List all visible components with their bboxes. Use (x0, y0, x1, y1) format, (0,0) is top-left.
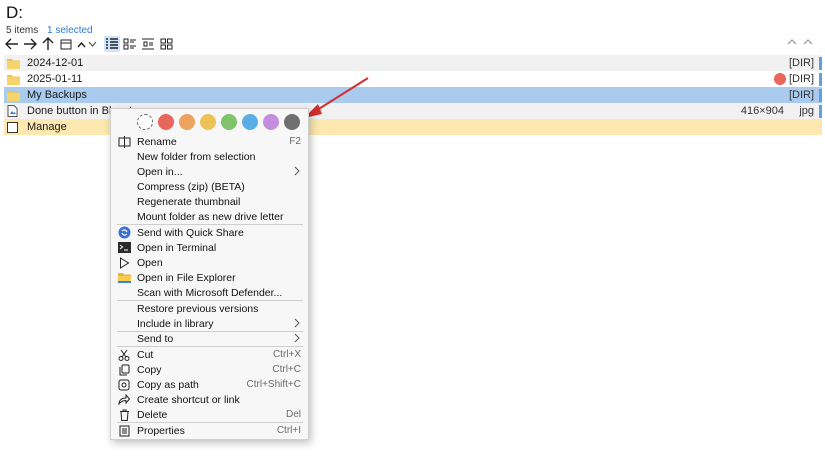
menu-cut[interactable]: Cut Ctrl+X (111, 347, 308, 362)
color-swatch-none[interactable] (137, 114, 153, 130)
share-arrow-icon (117, 393, 131, 407)
color-swatch-green[interactable] (221, 114, 237, 130)
color-swatch-gray[interactable] (284, 114, 300, 130)
menu-rename[interactable]: Rename F2 (111, 134, 308, 149)
menu-properties[interactable]: Properties Ctrl+I (111, 423, 308, 438)
menu-copy-as-path[interactable]: Copy as path Ctrl+Shift+C (111, 377, 308, 392)
menu-copy[interactable]: Copy Ctrl+C (111, 362, 308, 377)
menu-scan-defender[interactable]: Scan with Microsoft Defender... (111, 285, 308, 300)
color-swatch-red[interactable] (158, 114, 174, 130)
menu-include-in-library[interactable]: Include in library (111, 316, 308, 331)
context-menu: Rename F2 New folder from selection Open… (110, 108, 309, 440)
copy-path-icon (117, 378, 131, 392)
color-swatch-orange[interactable] (179, 114, 195, 130)
color-swatch-purple[interactable] (263, 114, 279, 130)
terminal-icon (117, 241, 131, 255)
menu-open-in-file-explorer[interactable]: Open in File Explorer (111, 270, 308, 285)
menu-send-to[interactable]: Send to (111, 331, 308, 346)
menu-open-in[interactable]: Open in... (111, 164, 308, 179)
chevron-right-icon (294, 318, 300, 328)
properties-icon (117, 424, 131, 438)
rename-icon (117, 135, 131, 149)
menu-regenerate-thumbnail[interactable]: Regenerate thumbnail (111, 194, 308, 209)
menu-create-shortcut[interactable]: Create shortcut or link (111, 392, 308, 407)
chevron-right-icon (294, 333, 300, 343)
copy-icon (117, 363, 131, 377)
menu-delete[interactable]: Delete Del (111, 407, 308, 422)
trash-icon (117, 408, 131, 422)
menu-open-in-terminal[interactable]: Open in Terminal (111, 240, 308, 255)
chevron-right-icon (294, 166, 300, 176)
quick-share-icon (117, 226, 131, 240)
menu-open[interactable]: Open (111, 255, 308, 270)
menu-new-folder-from-selection[interactable]: New folder from selection (111, 149, 308, 164)
menu-mount-folder[interactable]: Mount folder as new drive letter (111, 209, 308, 224)
menu-send-quick-share[interactable]: Send with Quick Share (111, 225, 308, 240)
color-swatch-yellow[interactable] (200, 114, 216, 130)
color-label-picker (137, 114, 300, 130)
play-icon (117, 256, 131, 270)
file-explorer-icon (117, 271, 131, 285)
menu-compress-zip[interactable]: Compress (zip) (BETA) (111, 179, 308, 194)
menu-restore-previous-versions[interactable]: Restore previous versions (111, 301, 308, 316)
color-swatch-blue[interactable] (242, 114, 258, 130)
scissors-icon (117, 348, 131, 362)
